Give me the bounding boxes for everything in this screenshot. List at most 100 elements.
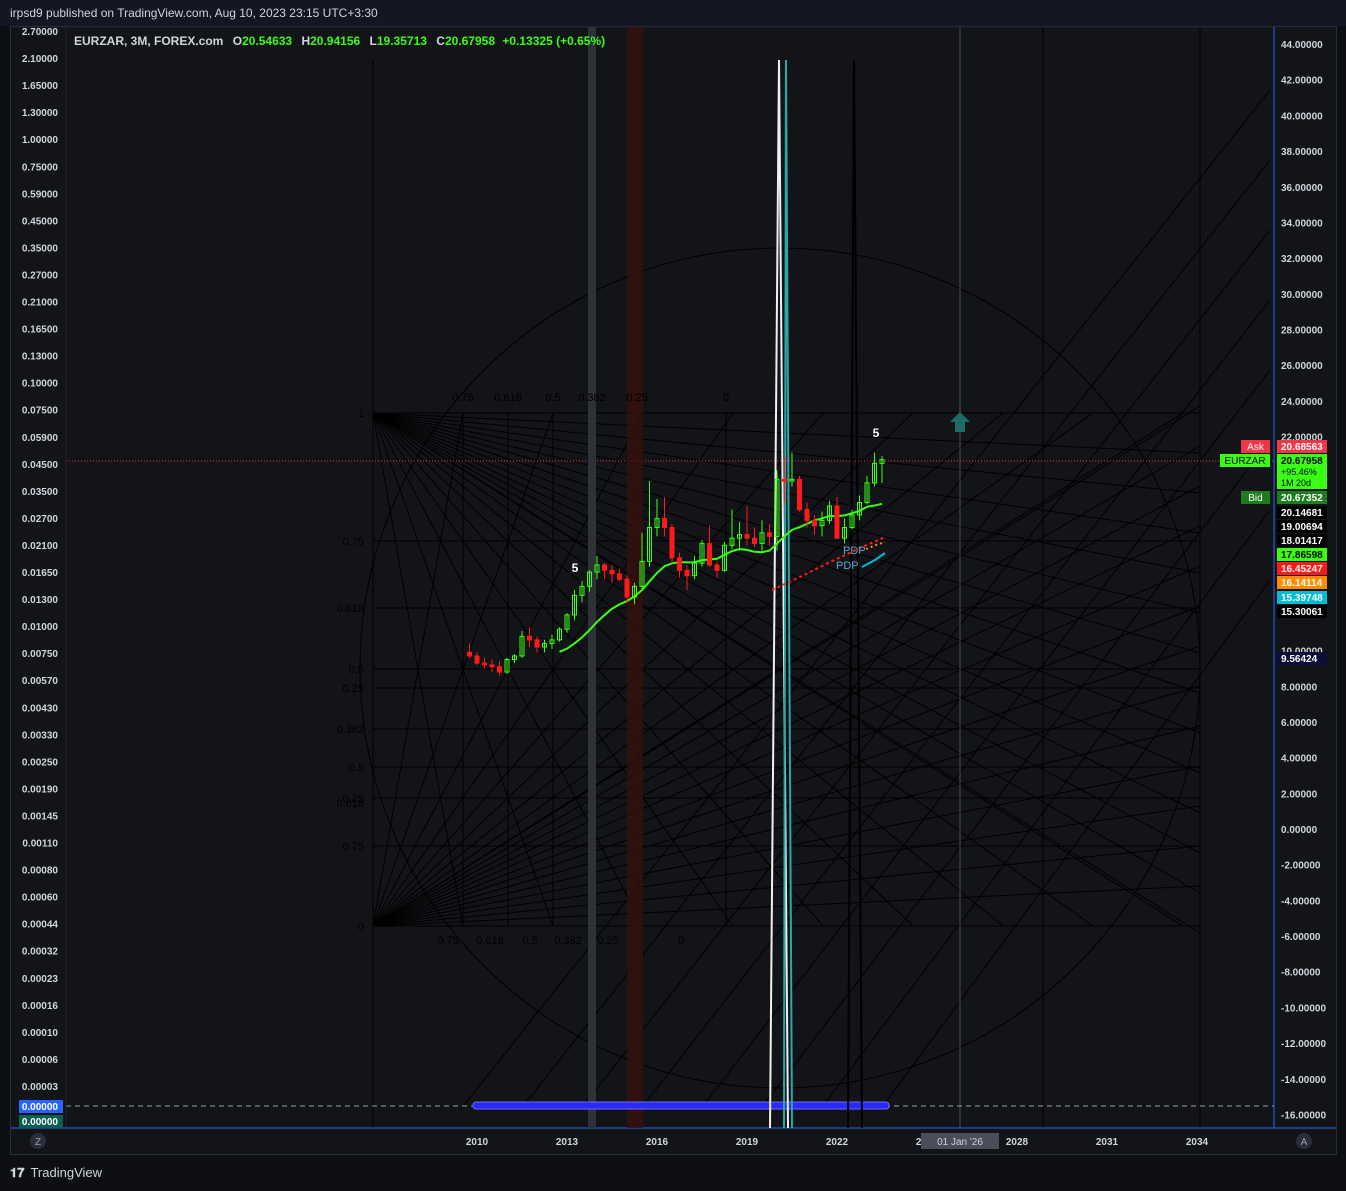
price-label-text: 20.14681 <box>1281 508 1323 519</box>
left-axis-tick: 0.01000 <box>22 622 59 633</box>
left-axis-badge-text: 0.00000 <box>22 1102 59 1113</box>
right-axis-tick: -2.00000 <box>1281 861 1321 872</box>
right-axis-tick: 4.00000 <box>1281 754 1318 765</box>
candle-body <box>474 655 480 664</box>
candle-body <box>744 534 750 539</box>
wave-label: 5 <box>572 561 579 575</box>
candle-body <box>602 564 607 571</box>
left-axis-tick: 0.00190 <box>22 784 59 795</box>
fan-line <box>372 412 1201 774</box>
scale-button-label: Z <box>35 1137 41 1148</box>
left-price-axis[interactable]: 2.70000 2.10000 1.65000 1.30000 1.00000 0.750… <box>19 27 63 1128</box>
candle-body <box>467 651 472 657</box>
left-axis-tick: 1.30000 <box>22 108 59 119</box>
left-axis-tick: 0.00330 <box>22 730 59 741</box>
right-axis-tick: 32.00000 <box>1281 254 1323 265</box>
candle-body <box>624 578 630 598</box>
fib-bottom-label: 0.25 <box>597 935 618 947</box>
fan-line <box>372 412 1201 894</box>
left-axis-tick: 0.00430 <box>22 703 59 714</box>
fib-left-label: 0.5 <box>349 664 364 676</box>
right-axis-tick: -16.00000 <box>1281 1110 1326 1121</box>
trend-line <box>579 229 1271 1111</box>
right-axis-tick: 44.00000 <box>1281 40 1323 51</box>
left-axis-tick: 0.05900 <box>22 433 59 444</box>
time-axis-tick: 2013 <box>556 1137 579 1148</box>
time-axis-tick: 2028 <box>1006 1137 1029 1148</box>
time-axis-tick: 2022 <box>826 1137 849 1148</box>
left-axis-tick: 0.00570 <box>22 676 59 687</box>
left-axis-tick: 0.00032 <box>22 947 59 958</box>
right-axis-tick: -6.00000 <box>1281 932 1321 943</box>
right-axis-tick: 6.00000 <box>1281 718 1318 729</box>
fib-bottom-label: 0.382 <box>554 935 582 947</box>
high-value: 20.94156 <box>310 34 361 48</box>
fib-left-label: 0.382 <box>336 724 364 736</box>
time-axis-tick: 2010 <box>466 1137 489 1148</box>
left-axis-tick: 1.65000 <box>22 81 59 92</box>
left-axis-tick: 0.27000 <box>22 270 59 281</box>
fib-top-label: 0.5 <box>545 392 560 404</box>
right-axis-tick: 30.00000 <box>1281 290 1323 301</box>
candle-body <box>677 557 682 571</box>
left-axis-tick: 0.35000 <box>22 243 59 254</box>
change-value: +0.13325 (+0.65%) <box>502 34 606 48</box>
left-axis-tick: 0.02100 <box>22 541 59 552</box>
right-axis-tick: 2.00000 <box>1281 789 1318 800</box>
left-axis-tick: 0.10000 <box>22 379 59 390</box>
open-label: O <box>232 34 243 48</box>
right-axis-tick: -8.00000 <box>1281 968 1321 979</box>
candle-body <box>714 564 720 571</box>
right-axis-tick: 8.00000 <box>1281 682 1318 693</box>
close-label: C <box>436 34 445 48</box>
open-value: 20.54633 <box>242 34 293 48</box>
chart-canvas[interactable]: 2.700002.100001.650001.300001.000000.750… <box>0 0 1346 1190</box>
price-label-text: 20.67352 <box>1281 493 1323 504</box>
price-label-extra: +95.46% <box>1281 467 1317 477</box>
candle-body <box>609 569 615 575</box>
candle-body <box>534 639 540 648</box>
left-axis-tick: 0.59000 <box>22 189 59 200</box>
right-axis-tick: 28.00000 <box>1281 325 1323 336</box>
fib-left-label: 0.618 <box>336 603 364 615</box>
left-axis-tick: 0.00023 <box>22 974 59 985</box>
red-shade <box>627 27 643 1128</box>
wave-label: 5 <box>873 426 880 440</box>
fib-top-label: 0.75 <box>452 392 473 404</box>
time-axis[interactable]: 20102013201620192022202520282031203401 J… <box>30 1133 1312 1149</box>
left-axis-tick: 0.02700 <box>22 514 59 525</box>
close-value: 20.67958 <box>444 34 496 48</box>
fib-bottom-label: 0.5 <box>522 935 537 947</box>
brand-name[interactable]: TradingView <box>30 1165 102 1180</box>
footer: 𝟏𝟕 TradingView <box>0 1156 1346 1190</box>
price-label-text: 19.00694 <box>1281 522 1323 533</box>
candle-body <box>497 666 502 673</box>
left-axis-tick: 0.21000 <box>22 298 59 309</box>
candle-body <box>804 509 810 521</box>
left-axis-tick: 2.10000 <box>22 54 59 65</box>
right-axis-tick: -4.00000 <box>1281 896 1321 907</box>
right-axis-tick: 34.00000 <box>1281 218 1323 229</box>
candle-body <box>767 532 772 537</box>
low-value: 19.35713 <box>376 34 427 48</box>
fib-top-label: 0 <box>723 392 729 404</box>
time-axis-tick: 2031 <box>1096 1137 1119 1148</box>
left-axis-tick: 0.13000 <box>22 352 59 363</box>
candle-body <box>707 543 712 566</box>
time-axis-tick: 2016 <box>646 1137 669 1148</box>
low-label: L <box>369 34 377 48</box>
price-tag-text: Bid <box>1248 493 1262 504</box>
price-label-text: 16.45247 <box>1281 564 1323 575</box>
up-arrow-icon <box>950 412 970 432</box>
high-label: H <box>301 34 311 48</box>
symbol-legend: EURZAR, 3M, FOREX.com O20.54633 H20.9415… <box>74 34 605 48</box>
time-axis-tick: 2034 <box>1186 1137 1209 1148</box>
left-axis-tick: 0.00110 <box>22 839 58 850</box>
left-axis-tick: 0.00006 <box>22 1055 59 1066</box>
orange-ma-line <box>865 541 886 550</box>
left-axis-tick: 0.00016 <box>22 1001 59 1012</box>
price-label-text: 20.68563 <box>1281 442 1323 453</box>
left-axis-tick: 0.01650 <box>22 568 59 579</box>
left-axis-tick: 0.00145 <box>22 811 59 822</box>
tradingview-logo-icon[interactable]: 𝟏𝟕 <box>10 1157 24 1191</box>
